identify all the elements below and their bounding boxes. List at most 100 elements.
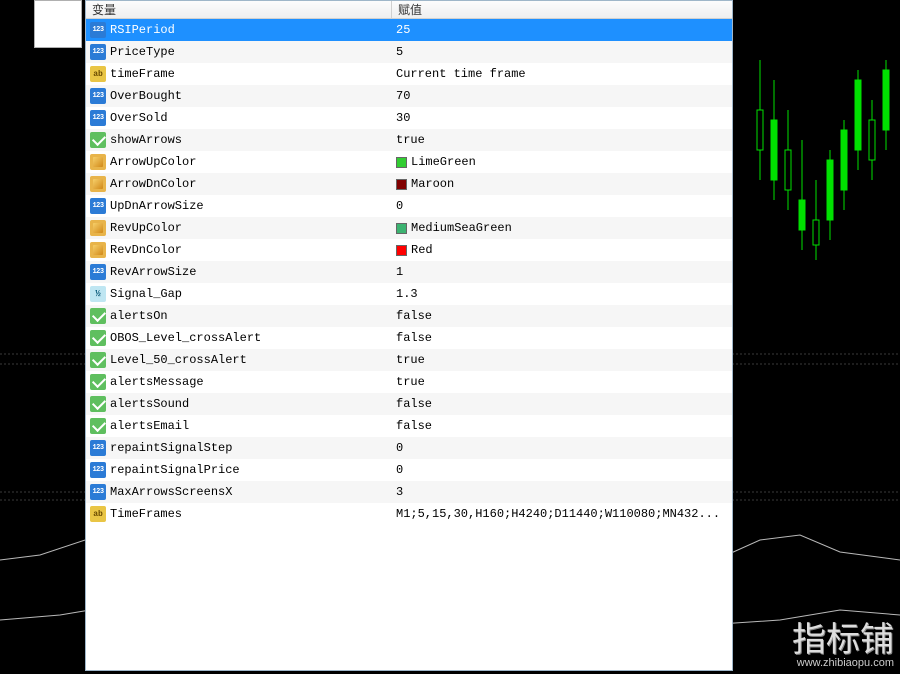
param-value-cell[interactable]: true [392, 133, 732, 147]
param-row-RevUpColor[interactable]: RevUpColor MediumSeaGreen [86, 217, 732, 239]
param-row-OBOS_Level_crossAlert[interactable]: OBOS_Level_crossAlert false [86, 327, 732, 349]
param-value-cell[interactable]: true [392, 353, 732, 367]
param-name-cell: RSIPeriod [86, 22, 392, 38]
bool-type-icon [90, 396, 106, 412]
param-name-cell: timeFrame [86, 66, 392, 82]
param-name-cell: PriceType [86, 44, 392, 60]
param-name: alertsEmail [110, 419, 189, 433]
param-value-cell[interactable]: true [392, 375, 732, 389]
table-header: 变量 赋值 [86, 1, 732, 19]
param-name: OverSold [110, 111, 168, 125]
param-value: true [396, 353, 425, 367]
param-value-cell[interactable]: Red [392, 243, 732, 257]
param-value-cell[interactable]: 1.3 [392, 287, 732, 301]
param-value-cell[interactable]: false [392, 419, 732, 433]
color-type-icon [90, 220, 106, 236]
param-row-repaintSignalStep[interactable]: repaintSignalStep 0 [86, 437, 732, 459]
param-value-cell[interactable]: M1;5,15,30,H160;H4240;D11440;W110080;MN4… [392, 507, 732, 521]
param-value-cell[interactable]: 70 [392, 89, 732, 103]
param-row-alertsMessage[interactable]: alertsMessagetrue [86, 371, 732, 393]
bool-type-icon [90, 352, 106, 368]
param-row-Signal_Gap[interactable]: Signal_Gap 1.3 [86, 283, 732, 305]
param-name-cell: ArrowUpColor [86, 154, 392, 170]
param-row-ArrowUpColor[interactable]: ArrowUpColor LimeGreen [86, 151, 732, 173]
param-row-TimeFrames[interactable]: TimeFrames M1;5,15,30,H160;H4240;D11440;W… [86, 503, 732, 525]
param-row-UpDnArrowSize[interactable]: UpDnArrowSize 0 [86, 195, 732, 217]
param-value-cell[interactable]: 25 [392, 23, 732, 37]
param-row-OverSold[interactable]: OverSold 30 [86, 107, 732, 129]
int-type-icon [90, 462, 106, 478]
param-name: ArrowDnColor [110, 177, 196, 191]
int-type-icon [90, 110, 106, 126]
param-name: alertsSound [110, 397, 189, 411]
int-type-icon [90, 264, 106, 280]
param-name: RSIPeriod [110, 23, 175, 37]
param-value: MediumSeaGreen [411, 221, 512, 235]
param-name-cell: RevUpColor [86, 220, 392, 236]
int-type-icon [90, 22, 106, 38]
params-rows: RSIPeriod25PriceType5timeFrameCurrent ti… [86, 19, 732, 670]
param-name: OverBought [110, 89, 182, 103]
param-value-cell[interactable]: 0 [392, 199, 732, 213]
param-row-showArrows[interactable]: showArrowstrue [86, 129, 732, 151]
param-value-cell[interactable]: false [392, 309, 732, 323]
param-row-RSIPeriod[interactable]: RSIPeriod 25 [86, 19, 732, 41]
param-value-cell[interactable]: Maroon [392, 177, 732, 191]
param-value-cell[interactable]: 30 [392, 111, 732, 125]
param-name: UpDnArrowSize [110, 199, 204, 213]
param-name: repaintSignalStep [110, 441, 232, 455]
param-name-cell: alertsEmail [86, 418, 392, 434]
int-type-icon [90, 198, 106, 214]
param-name: Signal_Gap [110, 287, 182, 301]
param-row-timeFrame[interactable]: timeFrameCurrent time frame [86, 63, 732, 85]
param-value-cell[interactable]: MediumSeaGreen [392, 221, 732, 235]
param-row-alertsSound[interactable]: alertsSound false [86, 393, 732, 415]
param-row-PriceType[interactable]: PriceType5 [86, 41, 732, 63]
bool-type-icon [90, 330, 106, 346]
param-value-cell[interactable]: false [392, 397, 732, 411]
param-name: OBOS_Level_crossAlert [110, 331, 261, 345]
header-value[interactable]: 赋值 [392, 1, 732, 18]
param-name: ArrowUpColor [110, 155, 196, 169]
param-row-alertsOn[interactable]: alertsOn false [86, 305, 732, 327]
param-name: RevArrowSize [110, 265, 196, 279]
param-name-cell: RevDnColor [86, 242, 392, 258]
param-row-OverBought[interactable]: OverBought 70 [86, 85, 732, 107]
param-row-alertsEmail[interactable]: alertsEmail false [86, 415, 732, 437]
param-value-cell[interactable]: 1 [392, 265, 732, 279]
param-row-RevDnColor[interactable]: RevDnColorRed [86, 239, 732, 261]
param-row-repaintSignalPrice[interactable]: repaintSignalPrice0 [86, 459, 732, 481]
param-name-cell: OverBought [86, 88, 392, 104]
watermark-url: www.zhibiaopu.com [792, 658, 894, 669]
param-value: 0 [396, 199, 403, 213]
param-value-cell[interactable]: 3 [392, 485, 732, 499]
param-name: TimeFrames [110, 507, 182, 521]
param-name-cell: alertsOn [86, 308, 392, 324]
param-value-cell[interactable]: Current time frame [392, 67, 732, 81]
header-variable[interactable]: 变量 [86, 1, 392, 18]
param-name-cell: UpDnArrowSize [86, 198, 392, 214]
param-name-cell: alertsMessage [86, 374, 392, 390]
param-row-Level_50_crossAlert[interactable]: Level_50_crossAlerttrue [86, 349, 732, 371]
param-name-cell: repaintSignalPrice [86, 462, 392, 478]
param-name-cell: TimeFrames [86, 506, 392, 522]
param-row-RevArrowSize[interactable]: RevArrowSize 1 [86, 261, 732, 283]
param-value-cell[interactable]: 0 [392, 463, 732, 477]
color-type-icon [90, 242, 106, 258]
param-value-cell[interactable]: LimeGreen [392, 155, 732, 169]
param-row-ArrowDnColor[interactable]: ArrowDnColor Maroon [86, 173, 732, 195]
param-value-cell[interactable]: 5 [392, 45, 732, 59]
watermark-label: 指标铺 [792, 622, 894, 659]
param-value: true [396, 133, 425, 147]
param-value: false [396, 309, 432, 323]
param-value-cell[interactable]: false [392, 331, 732, 345]
param-value-cell[interactable]: 0 [392, 441, 732, 455]
param-name: RevUpColor [110, 221, 182, 235]
color-swatch [396, 157, 407, 168]
color-swatch [396, 179, 407, 190]
bool-type-icon [90, 308, 106, 324]
param-row-MaxArrowsScreensX[interactable]: MaxArrowsScreensX3 [86, 481, 732, 503]
int-type-icon [90, 88, 106, 104]
int-type-icon [90, 44, 106, 60]
left-stub-panel [34, 0, 82, 48]
